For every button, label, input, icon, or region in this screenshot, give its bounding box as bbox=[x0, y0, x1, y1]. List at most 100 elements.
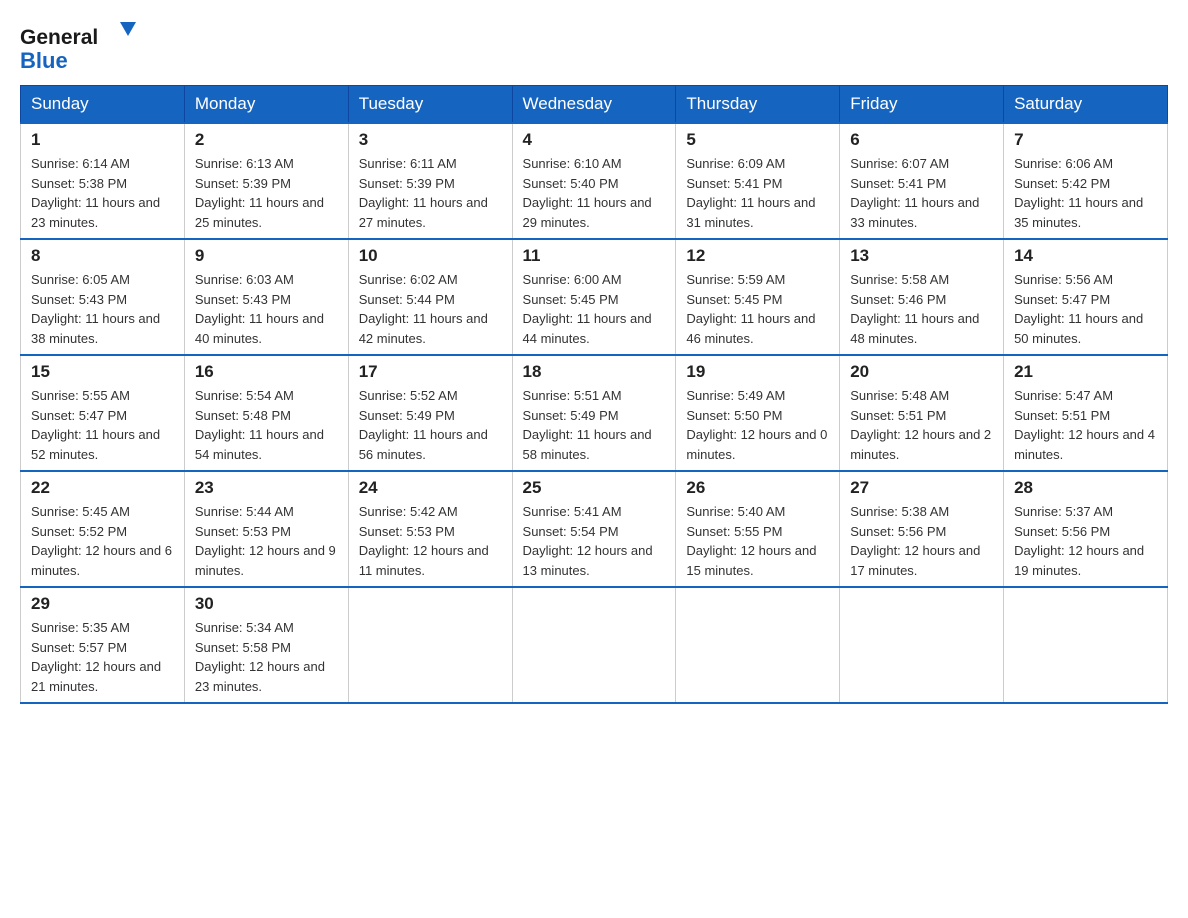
day-number: 17 bbox=[359, 362, 502, 382]
day-info: Sunrise: 6:06 AMSunset: 5:42 PMDaylight:… bbox=[1014, 154, 1157, 232]
day-info: Sunrise: 5:48 AMSunset: 5:51 PMDaylight:… bbox=[850, 386, 993, 464]
calendar-day-cell bbox=[512, 587, 676, 703]
day-number: 25 bbox=[523, 478, 666, 498]
day-number: 9 bbox=[195, 246, 338, 266]
calendar-day-cell: 6 Sunrise: 6:07 AMSunset: 5:41 PMDaylight… bbox=[840, 123, 1004, 239]
col-monday: Monday bbox=[184, 86, 348, 124]
day-number: 20 bbox=[850, 362, 993, 382]
day-info: Sunrise: 6:09 AMSunset: 5:41 PMDaylight:… bbox=[686, 154, 829, 232]
day-info: Sunrise: 5:58 AMSunset: 5:46 PMDaylight:… bbox=[850, 270, 993, 348]
calendar-day-cell: 28 Sunrise: 5:37 AMSunset: 5:56 PMDayligh… bbox=[1004, 471, 1168, 587]
col-friday: Friday bbox=[840, 86, 1004, 124]
day-number: 11 bbox=[523, 246, 666, 266]
day-info: Sunrise: 5:37 AMSunset: 5:56 PMDaylight:… bbox=[1014, 502, 1157, 580]
day-info: Sunrise: 6:07 AMSunset: 5:41 PMDaylight:… bbox=[850, 154, 993, 232]
day-number: 6 bbox=[850, 130, 993, 150]
logo: General Blue bbox=[20, 20, 140, 75]
calendar-day-cell: 2 Sunrise: 6:13 AMSunset: 5:39 PMDaylight… bbox=[184, 123, 348, 239]
day-number: 21 bbox=[1014, 362, 1157, 382]
calendar-table: Sunday Monday Tuesday Wednesday Thursday… bbox=[20, 85, 1168, 704]
calendar-day-cell: 1 Sunrise: 6:14 AMSunset: 5:38 PMDaylight… bbox=[21, 123, 185, 239]
calendar-day-cell: 30 Sunrise: 5:34 AMSunset: 5:58 PMDayligh… bbox=[184, 587, 348, 703]
calendar-day-cell bbox=[840, 587, 1004, 703]
day-info: Sunrise: 6:03 AMSunset: 5:43 PMDaylight:… bbox=[195, 270, 338, 348]
day-number: 2 bbox=[195, 130, 338, 150]
day-number: 7 bbox=[1014, 130, 1157, 150]
day-number: 24 bbox=[359, 478, 502, 498]
day-number: 5 bbox=[686, 130, 829, 150]
calendar-day-cell: 5 Sunrise: 6:09 AMSunset: 5:41 PMDaylight… bbox=[676, 123, 840, 239]
day-info: Sunrise: 6:02 AMSunset: 5:44 PMDaylight:… bbox=[359, 270, 502, 348]
day-info: Sunrise: 5:59 AMSunset: 5:45 PMDaylight:… bbox=[686, 270, 829, 348]
day-info: Sunrise: 5:45 AMSunset: 5:52 PMDaylight:… bbox=[31, 502, 174, 580]
day-info: Sunrise: 6:13 AMSunset: 5:39 PMDaylight:… bbox=[195, 154, 338, 232]
calendar-day-cell bbox=[1004, 587, 1168, 703]
day-number: 14 bbox=[1014, 246, 1157, 266]
logo-svg: General Blue bbox=[20, 20, 140, 75]
day-number: 8 bbox=[31, 246, 174, 266]
day-info: Sunrise: 6:14 AMSunset: 5:38 PMDaylight:… bbox=[31, 154, 174, 232]
calendar-day-cell: 9 Sunrise: 6:03 AMSunset: 5:43 PMDaylight… bbox=[184, 239, 348, 355]
calendar-day-cell: 15 Sunrise: 5:55 AMSunset: 5:47 PMDayligh… bbox=[21, 355, 185, 471]
day-info: Sunrise: 5:54 AMSunset: 5:48 PMDaylight:… bbox=[195, 386, 338, 464]
day-number: 22 bbox=[31, 478, 174, 498]
day-info: Sunrise: 5:44 AMSunset: 5:53 PMDaylight:… bbox=[195, 502, 338, 580]
calendar-week-row: 15 Sunrise: 5:55 AMSunset: 5:47 PMDayligh… bbox=[21, 355, 1168, 471]
day-number: 19 bbox=[686, 362, 829, 382]
day-number: 18 bbox=[523, 362, 666, 382]
svg-text:General: General bbox=[20, 26, 98, 49]
calendar-day-cell: 8Sunrise: 6:05 AMSunset: 5:43 PMDaylight… bbox=[21, 239, 185, 355]
calendar-week-row: 22 Sunrise: 5:45 AMSunset: 5:52 PMDayligh… bbox=[21, 471, 1168, 587]
calendar-day-cell: 10 Sunrise: 6:02 AMSunset: 5:44 PMDayligh… bbox=[348, 239, 512, 355]
calendar-day-cell: 7 Sunrise: 6:06 AMSunset: 5:42 PMDaylight… bbox=[1004, 123, 1168, 239]
day-number: 30 bbox=[195, 594, 338, 614]
calendar-day-cell: 16 Sunrise: 5:54 AMSunset: 5:48 PMDayligh… bbox=[184, 355, 348, 471]
day-number: 16 bbox=[195, 362, 338, 382]
day-number: 10 bbox=[359, 246, 502, 266]
day-number: 13 bbox=[850, 246, 993, 266]
calendar-week-row: 29 Sunrise: 5:35 AMSunset: 5:57 PMDayligh… bbox=[21, 587, 1168, 703]
col-saturday: Saturday bbox=[1004, 86, 1168, 124]
svg-text:Blue: Blue bbox=[20, 48, 68, 73]
calendar-day-cell: 14 Sunrise: 5:56 AMSunset: 5:47 PMDayligh… bbox=[1004, 239, 1168, 355]
day-number: 1 bbox=[31, 130, 174, 150]
day-info: Sunrise: 5:42 AMSunset: 5:53 PMDaylight:… bbox=[359, 502, 502, 580]
calendar-header-row: Sunday Monday Tuesday Wednesday Thursday… bbox=[21, 86, 1168, 124]
day-info: Sunrise: 5:38 AMSunset: 5:56 PMDaylight:… bbox=[850, 502, 993, 580]
day-info: Sunrise: 5:41 AMSunset: 5:54 PMDaylight:… bbox=[523, 502, 666, 580]
day-info: Sunrise: 5:55 AMSunset: 5:47 PMDaylight:… bbox=[31, 386, 174, 464]
day-info: Sunrise: 5:35 AMSunset: 5:57 PMDaylight:… bbox=[31, 618, 174, 696]
col-tuesday: Tuesday bbox=[348, 86, 512, 124]
day-info: Sunrise: 5:56 AMSunset: 5:47 PMDaylight:… bbox=[1014, 270, 1157, 348]
col-wednesday: Wednesday bbox=[512, 86, 676, 124]
calendar-day-cell: 17Sunrise: 5:52 AMSunset: 5:49 PMDayligh… bbox=[348, 355, 512, 471]
calendar-day-cell: 24 Sunrise: 5:42 AMSunset: 5:53 PMDayligh… bbox=[348, 471, 512, 587]
day-number: 27 bbox=[850, 478, 993, 498]
calendar-week-row: 8Sunrise: 6:05 AMSunset: 5:43 PMDaylight… bbox=[21, 239, 1168, 355]
day-info: Sunrise: 5:40 AMSunset: 5:55 PMDaylight:… bbox=[686, 502, 829, 580]
calendar-day-cell: 21 Sunrise: 5:47 AMSunset: 5:51 PMDayligh… bbox=[1004, 355, 1168, 471]
calendar-day-cell: 12 Sunrise: 5:59 AMSunset: 5:45 PMDayligh… bbox=[676, 239, 840, 355]
day-number: 26 bbox=[686, 478, 829, 498]
calendar-day-cell: 4 Sunrise: 6:10 AMSunset: 5:40 PMDaylight… bbox=[512, 123, 676, 239]
day-number: 12 bbox=[686, 246, 829, 266]
day-info: Sunrise: 5:51 AMSunset: 5:49 PMDaylight:… bbox=[523, 386, 666, 464]
calendar-day-cell: 27 Sunrise: 5:38 AMSunset: 5:56 PMDayligh… bbox=[840, 471, 1004, 587]
day-info: Sunrise: 5:34 AMSunset: 5:58 PMDaylight:… bbox=[195, 618, 338, 696]
day-number: 4 bbox=[523, 130, 666, 150]
day-info: Sunrise: 5:47 AMSunset: 5:51 PMDaylight:… bbox=[1014, 386, 1157, 464]
calendar-week-row: 1 Sunrise: 6:14 AMSunset: 5:38 PMDaylight… bbox=[21, 123, 1168, 239]
day-number: 29 bbox=[31, 594, 174, 614]
calendar-day-cell bbox=[348, 587, 512, 703]
col-sunday: Sunday bbox=[21, 86, 185, 124]
col-thursday: Thursday bbox=[676, 86, 840, 124]
day-number: 15 bbox=[31, 362, 174, 382]
day-info: Sunrise: 6:11 AMSunset: 5:39 PMDaylight:… bbox=[359, 154, 502, 232]
day-info: Sunrise: 6:10 AMSunset: 5:40 PMDaylight:… bbox=[523, 154, 666, 232]
calendar-day-cell: 22 Sunrise: 5:45 AMSunset: 5:52 PMDayligh… bbox=[21, 471, 185, 587]
calendar-day-cell: 20 Sunrise: 5:48 AMSunset: 5:51 PMDayligh… bbox=[840, 355, 1004, 471]
calendar-day-cell: 29 Sunrise: 5:35 AMSunset: 5:57 PMDayligh… bbox=[21, 587, 185, 703]
calendar-day-cell: 13 Sunrise: 5:58 AMSunset: 5:46 PMDayligh… bbox=[840, 239, 1004, 355]
page-header: General Blue bbox=[20, 20, 1168, 75]
day-number: 28 bbox=[1014, 478, 1157, 498]
